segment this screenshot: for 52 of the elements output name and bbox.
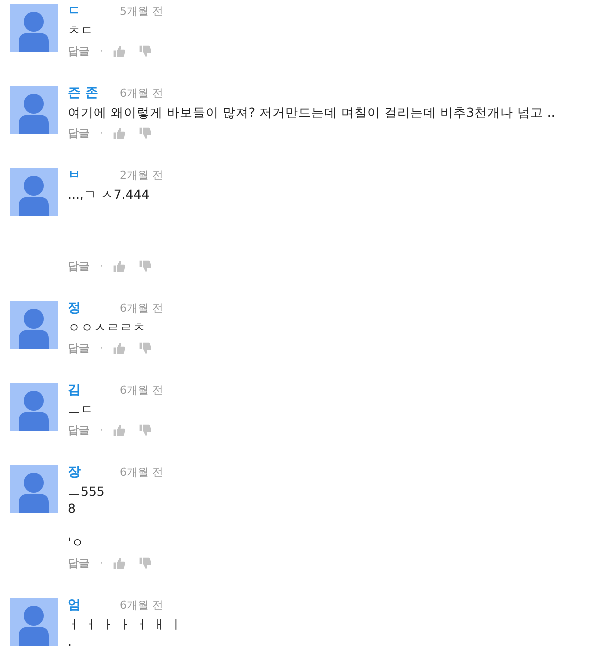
reply-link[interactable]: 답글 [68,258,90,274]
comment-time: 2개월 전 [120,168,164,184]
thumbs-down-icon[interactable] [138,556,152,570]
avatar-icon [10,86,58,134]
reply-link[interactable]: 답글 [68,422,90,438]
author-name[interactable]: 김 [68,383,116,399]
avatar-icon [10,383,58,431]
thumbs-up-icon[interactable] [112,342,126,354]
avatar-icon [10,301,58,349]
reply-link[interactable]: 답글 [68,556,90,570]
reply-link[interactable]: 답글 [68,126,90,140]
avatar-icon [10,4,58,52]
separator-dot: · [100,342,104,354]
thumbs-down-icon[interactable] [138,342,152,354]
thumbs-down-icon[interactable] [138,126,152,140]
thumbs-down-icon[interactable] [138,424,152,436]
comment-time: 6개월 전 [120,465,164,481]
separator-dot: · [100,44,104,58]
comment-text: ㅓ ㅓ ㅏ ㅏ ㅓ ㅐ ㅣ . [68,616,183,650]
thumbs-down-icon[interactable] [138,44,152,58]
thumbs-up-icon[interactable] [112,126,126,140]
separator-dot: · [100,556,104,570]
separator-dot: · [100,260,104,272]
comment-time: 6개월 전 [120,383,164,399]
thumbs-down-icon[interactable] [138,260,152,272]
comment-text: ㅡ555 8 'ㅇ [68,483,106,551]
thumbs-up-icon[interactable] [112,424,126,436]
reply-link[interactable]: 답글 [68,44,90,58]
author-name[interactable]: 엄 [68,598,116,614]
author-name[interactable]: 장 [68,465,116,481]
avatar-icon [10,168,58,216]
comment-text: ㅇㅇㅅㄹㄹㅊ [68,319,147,336]
author-name[interactable]: 즌 존 [68,86,116,102]
reply-link[interactable]: 답글 [68,340,90,356]
separator-dot: · [100,424,104,436]
thumbs-up-icon[interactable] [112,260,126,272]
avatar-icon [10,465,58,513]
comment-text: ㅊㄷ [68,22,95,39]
author-name[interactable]: 정 [68,301,116,317]
comment-time: 6개월 전 [120,301,164,317]
thumbs-up-icon[interactable] [112,44,126,58]
comment-time: 5개월 전 [120,4,164,20]
avatar-icon [10,598,58,646]
comment-time: 6개월 전 [120,598,164,614]
author-name[interactable]: ㄷ [68,4,116,20]
thumbs-up-icon[interactable] [112,556,126,570]
comment-text: ㅡㄷ [68,401,95,418]
comment-time: 6개월 전 [120,86,164,102]
author-name[interactable]: ㅂ [68,168,116,184]
comment-text: ...,ㄱ ㅅ7.444 [68,186,151,204]
separator-dot: · [100,126,104,140]
comment-text: 여기에 왜이렇게 바보들이 많져? 저거만드는데 며칠이 걸리는데 비추3천개나 넘고 .. [68,104,556,121]
